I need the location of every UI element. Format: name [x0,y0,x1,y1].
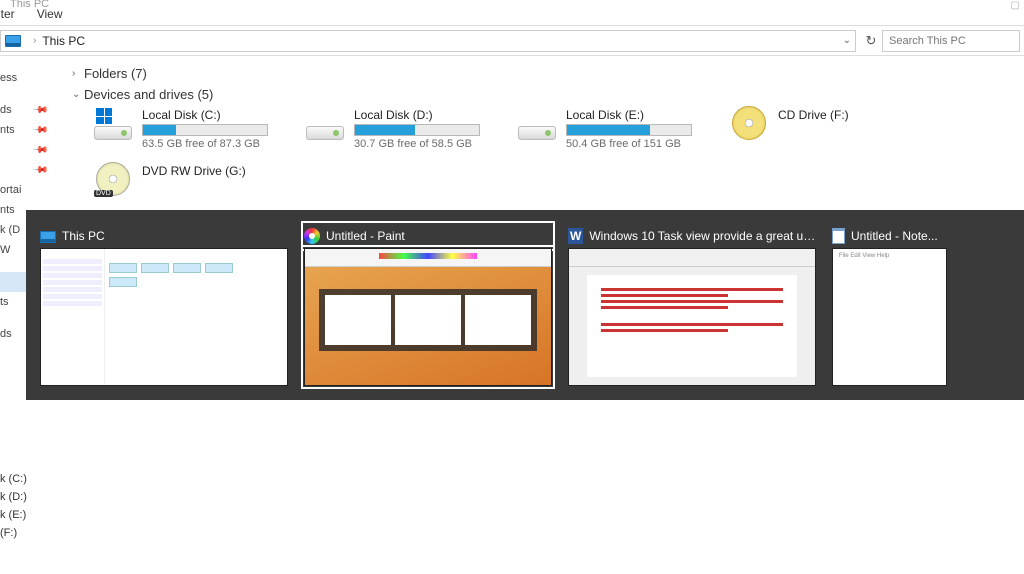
storage-bar [354,124,480,136]
word-icon: W [568,228,583,244]
window-controls[interactable]: ▢ [1011,0,1020,11]
cd-icon [732,106,766,140]
folders-label: Folders (7) [84,66,147,81]
ribbon-tabs: uter View [0,4,1024,26]
search-input[interactable] [889,35,1013,47]
chevron-down-icon: ⌄ [72,89,84,100]
drive-name: CD Drive (F:) [778,108,942,122]
dvd-badge: DVD [94,190,113,197]
taskview-title: This PC [62,229,105,243]
devices-section-header[interactable]: ⌄ Devices and drives (5) [72,87,1014,102]
this-pc-icon [5,35,21,47]
address-text: This PC [42,34,85,48]
drive-free-text: 30.7 GB free of 58.5 GB [354,138,518,150]
taskview-thumbnail [40,248,288,386]
window-title: This PC [10,0,49,10]
sidebar-item[interactable]: ess [0,72,17,84]
devices-label: Devices and drives (5) [84,87,213,102]
drive-free-text: 63.5 GB free of 87.3 GB [142,138,306,150]
pin-icon: 📌 [31,142,48,159]
pin-icon: 📌 [31,162,48,179]
sidebar-item[interactable]: (F:) [0,524,27,542]
sidebar-item[interactable]: ts [0,296,9,308]
sidebar-item[interactable]: nts [0,204,15,216]
taskview-item-paint[interactable]: Untitled - Paint [304,224,552,386]
drive-c[interactable]: Local Disk (C:) 63.5 GB free of 87.3 GB [94,108,306,150]
notepad-icon [832,228,845,244]
drive-free-text: 50.4 GB free of 151 GB [566,138,730,150]
drive-name: Local Disk (C:) [142,108,306,122]
sidebar-item[interactable]: ds [0,104,12,116]
sidebar-item[interactable]: k (E:) [0,506,27,524]
taskview-title: Untitled - Paint [326,229,405,243]
sidebar-lower: k (C:) k (D:) k (E:) (F:) [0,470,27,542]
hdd-icon [518,126,556,140]
drive-name: DVD RW Drive (G:) [142,164,306,178]
sidebar-item[interactable]: k (C:) [0,470,27,488]
pin-icon: 📌 [31,122,48,139]
this-pc-icon [40,231,56,243]
task-view-overlay: This PC Untitled - Paint W Windows 10 Tas… [26,210,1024,400]
windows-logo-icon [96,108,112,124]
refresh-button[interactable]: ↻ [860,30,882,52]
taskview-item-notepad[interactable]: Untitled - Note... File Edit View Help [832,224,947,386]
drive-name: Local Disk (E:) [566,108,730,122]
chevron-right-icon: › [72,68,84,79]
taskview-title: Untitled - Note... [851,229,938,243]
taskview-thumbnail [304,248,552,386]
sidebar-item[interactable]: W [0,244,10,256]
folders-section-header[interactable]: › Folders (7) [72,66,1014,81]
storage-bar [566,124,692,136]
address-dropdown-icon[interactable]: ⌄ [843,35,851,46]
sidebar-item[interactable]: ortai [0,184,21,196]
drive-f[interactable]: CD Drive (F:) [730,108,942,150]
taskview-item-thispc[interactable]: This PC [40,224,288,386]
drive-e[interactable]: Local Disk (E:) 50.4 GB free of 151 GB [518,108,730,150]
taskview-thumbnail: File Edit View Help [832,248,947,386]
drive-name: Local Disk (D:) [354,108,518,122]
paint-icon [304,228,320,244]
search-box[interactable] [882,30,1020,52]
taskview-thumbnail [568,248,816,386]
sidebar-item[interactable]: k (D [0,224,20,236]
storage-bar [142,124,268,136]
address-bar[interactable]: › This PC ⌄ [0,30,856,52]
pin-icon: 📌 [31,102,48,119]
hdd-icon [306,126,344,140]
drive-g[interactable]: DVD DVD RW Drive (G:) [94,164,306,196]
taskview-item-word[interactable]: W Windows 10 Task view provide a great us… [568,224,816,386]
chevron-right-icon: › [33,35,36,46]
sidebar-item[interactable]: nts [0,124,15,136]
drive-d[interactable]: Local Disk (D:) 30.7 GB free of 58.5 GB [306,108,518,150]
sidebar-item[interactable]: ds [0,328,12,340]
hdd-icon [94,126,132,140]
sidebar-item[interactable]: k (D:) [0,488,27,506]
taskview-title: Windows 10 Task view provide a great use… [589,229,816,243]
